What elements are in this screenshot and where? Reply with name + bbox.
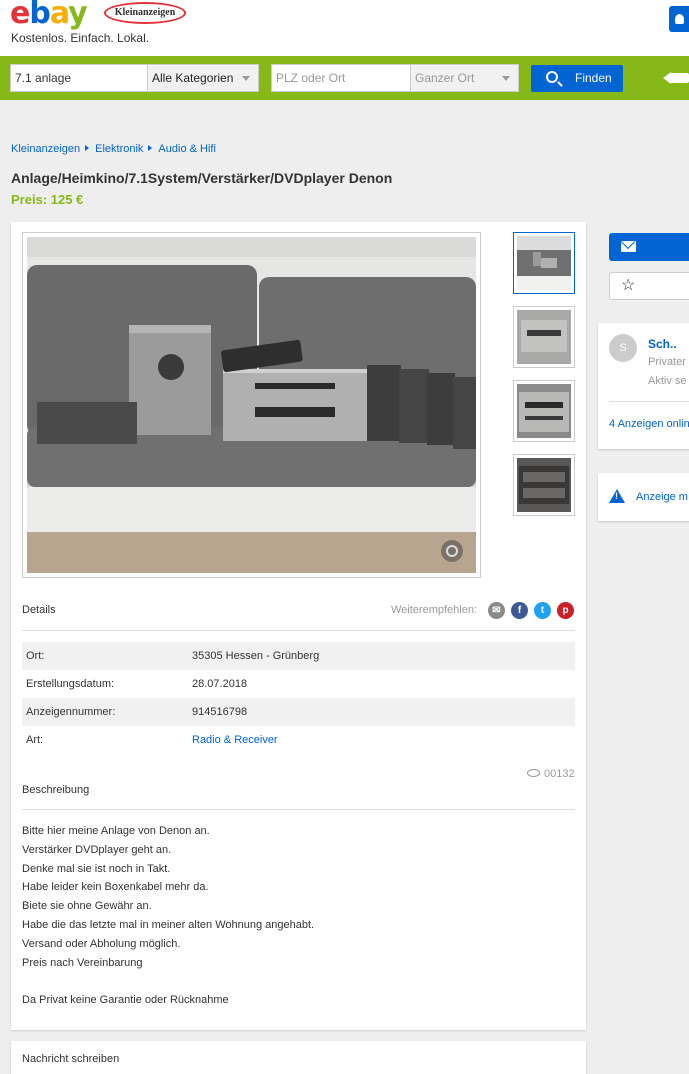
breadcrumb: Kleinanzeigen Elektronik Audio & Hifi xyxy=(11,143,216,155)
thumbnail-photo xyxy=(517,384,571,438)
logo-letter-a: a xyxy=(49,0,69,31)
thumbnail[interactable] xyxy=(513,454,575,516)
description-line: Biete sie ohne Gewähr an. xyxy=(22,900,152,913)
eye-icon xyxy=(527,769,540,777)
description-line: Preis nach Vereinbarung xyxy=(22,956,143,969)
detail-row: Ort: 35305 Hessen - Grünberg xyxy=(22,642,575,670)
share-twitter-icon[interactable]: t xyxy=(534,602,551,619)
category-link[interactable]: Radio & Receiver xyxy=(192,726,278,754)
search-bar: 7.1 anlage Alle Kategorien PLZ oder Ort … xyxy=(0,56,689,100)
divider xyxy=(22,630,575,631)
detail-value: 35305 Hessen - Grünberg xyxy=(192,650,320,662)
share-email-icon[interactable]: ✉ xyxy=(488,602,505,619)
sofa-stereo-photo xyxy=(27,237,476,573)
detail-row: Erstellungsdatum: 28.07.2018 xyxy=(22,670,575,698)
view-counter: 00132 xyxy=(527,768,575,780)
avatar: S xyxy=(609,334,637,362)
divider xyxy=(609,401,689,402)
radius-select[interactable]: Ganzer Ort xyxy=(410,64,519,92)
listing-card: Details Weiterempfehlen: ✉ f t p Ort: 35… xyxy=(11,222,586,1030)
report-link[interactable]: Anzeige m xyxy=(636,491,688,503)
kleinanzeigen-badge: Kleinanzeigen xyxy=(104,2,186,24)
contact-seller-button[interactable] xyxy=(609,233,689,261)
ebay-logo[interactable]: ebay xyxy=(10,0,88,31)
star-icon: ☆ xyxy=(621,277,636,294)
find-button-label: Finden xyxy=(575,71,612,85)
search-query-input[interactable]: 7.1 anlage xyxy=(10,64,148,92)
description-line: Denke mal sie ist noch in Takt. xyxy=(22,862,171,875)
location-input[interactable]: PLZ oder Ort xyxy=(271,64,411,92)
description-line: Habe leider kein Boxenkabel mehr da. xyxy=(22,881,209,894)
category-select-value: Alle Kategorien xyxy=(152,71,234,85)
search-icon xyxy=(546,71,558,83)
report-card[interactable]: Anzeige m xyxy=(598,473,689,521)
description-line: Habe die das letzte mal in meiner alten … xyxy=(22,918,315,931)
message-card[interactable]: Nachricht schreiben xyxy=(11,1041,586,1074)
description-line xyxy=(22,972,314,991)
logo-letter-e: e xyxy=(10,0,30,31)
logo-letter-b: b xyxy=(29,0,51,31)
breadcrumb-arrow-icon xyxy=(85,145,90,151)
detail-value: 28.07.2018 xyxy=(192,678,248,690)
description-text: Bitte hier meine Anlage von Denon an. Ve… xyxy=(22,822,314,1010)
listing-price: Preis: 125 € xyxy=(11,192,84,207)
user-icon xyxy=(675,14,684,24)
seller-name[interactable]: Sch.. xyxy=(648,337,677,351)
seller-type: Privater xyxy=(648,356,686,368)
envelope-icon xyxy=(621,241,636,252)
chevron-down-icon xyxy=(242,76,250,81)
detail-row: Art: Radio & Receiver xyxy=(22,726,575,754)
description-heading: Beschreibung xyxy=(22,784,90,796)
detail-key: Anzeigennummer: xyxy=(26,706,116,718)
breadcrumb-item[interactable]: Kleinanzeigen xyxy=(11,143,80,155)
breadcrumb-item[interactable]: Elektronik xyxy=(95,143,143,155)
seller-active-since: Aktiv se xyxy=(648,375,687,387)
details-heading: Details xyxy=(22,604,56,616)
description-line: Verstärker DVDplayer geht an. xyxy=(22,843,172,856)
zoom-icon[interactable] xyxy=(441,540,463,562)
description-line: Versand oder Abholung möglich. xyxy=(22,937,181,950)
thumbnail-photo xyxy=(517,310,571,364)
detail-key: Art: xyxy=(26,734,44,746)
breadcrumb-item[interactable]: Audio & Hifi xyxy=(158,143,215,155)
logo-letter-y: y xyxy=(68,0,88,31)
find-button[interactable]: Finden xyxy=(531,65,623,92)
message-heading: Nachricht schreiben xyxy=(22,1053,120,1065)
thumbnail[interactable] xyxy=(513,232,575,294)
category-select[interactable]: Alle Kategorien xyxy=(147,64,259,92)
seller-ads-link[interactable]: 4 Anzeigen onlin xyxy=(609,418,689,430)
user-account-button[interactable] xyxy=(669,6,689,32)
detail-row: Anzeigennummer: 914516798 xyxy=(22,698,575,726)
chevron-down-icon xyxy=(502,76,510,81)
thumbnail-photo xyxy=(517,458,571,512)
thumbnail[interactable] xyxy=(513,380,575,442)
megaphone-icon[interactable] xyxy=(663,68,689,88)
main-photo[interactable] xyxy=(22,232,481,578)
thumbnail[interactable] xyxy=(513,306,575,368)
share-pinterest-icon[interactable]: p xyxy=(557,602,574,619)
breadcrumb-arrow-icon xyxy=(148,145,153,151)
view-count: 00132 xyxy=(544,768,575,780)
detail-key: Erstellungsdatum: xyxy=(26,678,115,690)
warning-icon xyxy=(609,489,625,503)
site-header: ebay Kleinanzeigen Kostenlos. Einfach. L… xyxy=(0,0,689,56)
detail-value: 914516798 xyxy=(192,706,248,718)
radius-select-value: Ganzer Ort xyxy=(415,71,475,85)
description-line: Bitte hier meine Anlage von Denon an. xyxy=(22,825,210,837)
watchlist-button[interactable]: ☆ xyxy=(609,272,689,300)
tagline: Kostenlos. Einfach. Lokal. xyxy=(11,31,150,45)
share-facebook-icon[interactable]: f xyxy=(511,602,528,619)
description-line: Da Privat keine Garantie oder Rücknahme xyxy=(22,994,229,1007)
seller-card: S Sch.. Privater Aktiv se 4 Anzeigen onl… xyxy=(598,323,689,449)
divider xyxy=(22,809,575,810)
detail-key: Ort: xyxy=(26,650,45,662)
thumbnail-photo xyxy=(517,236,571,290)
listing-title: Anlage/Heimkino/7.1System/Verstärker/DVD… xyxy=(11,170,393,186)
share-label: Weiterempfehlen: xyxy=(391,604,478,616)
